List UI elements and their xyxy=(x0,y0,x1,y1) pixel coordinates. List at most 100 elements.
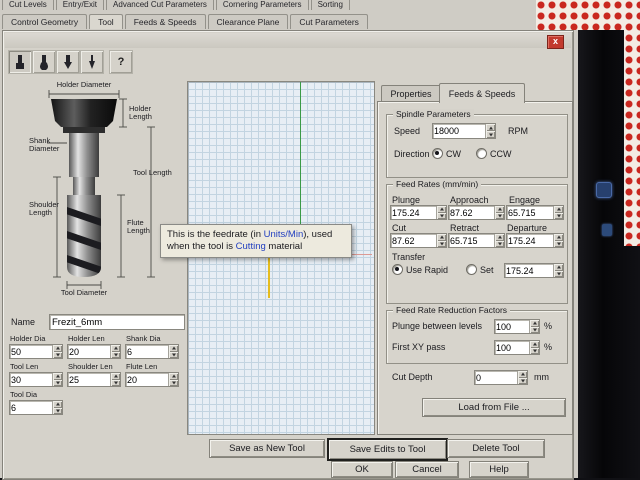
spin-up-button[interactable] xyxy=(486,124,495,131)
tool-len-input[interactable] xyxy=(10,373,52,386)
direction-ccw-radio[interactable]: CCW xyxy=(476,148,512,159)
cut-spin[interactable] xyxy=(390,233,447,248)
help-button[interactable]: Help xyxy=(469,461,529,478)
holder-dia-input[interactable] xyxy=(10,345,52,358)
shoulder-len-spin[interactable] xyxy=(67,372,121,387)
spin-down-button[interactable] xyxy=(111,379,120,386)
tool-name-input[interactable] xyxy=(52,315,182,329)
retract-spin[interactable] xyxy=(448,233,505,248)
speed-label: Speed xyxy=(394,126,421,136)
context-help-button[interactable]: ? xyxy=(109,50,133,74)
tool-dia-spin[interactable] xyxy=(9,400,63,415)
holder-length-label: Holder Length xyxy=(129,104,152,121)
shank-dia-input[interactable] xyxy=(126,345,168,358)
tooltip-text: This is the feedrate (in xyxy=(167,229,264,240)
tool-len-spin[interactable] xyxy=(9,372,63,387)
cancel-button[interactable]: Cancel xyxy=(395,461,459,478)
transfer-set-spin[interactable] xyxy=(504,263,564,278)
tab-cut-parameters[interactable]: Cut Parameters xyxy=(290,14,368,29)
vbit-tool-button[interactable] xyxy=(56,50,80,74)
cut-depth-spin[interactable] xyxy=(474,370,528,385)
flute-len-spin[interactable] xyxy=(125,372,179,387)
spin-down-button[interactable] xyxy=(53,407,62,414)
transfer-use-rapid-radio[interactable]: Use Rapid xyxy=(392,264,448,275)
spin-down-button[interactable] xyxy=(53,351,62,358)
tab-advanced-cut-parameters[interactable]: Advanced Cut Parameters xyxy=(106,0,214,10)
spin-down-button[interactable] xyxy=(111,351,120,358)
tool-length-label: Tool Length xyxy=(133,168,172,177)
retract-label: Retract xyxy=(450,223,480,233)
spin-down-button[interactable] xyxy=(169,379,178,386)
speed-spin[interactable] xyxy=(432,123,496,139)
plunge-input[interactable] xyxy=(391,206,436,219)
tool-dia-input[interactable] xyxy=(10,401,52,414)
plunge-between-levels-input[interactable] xyxy=(495,320,529,333)
plunge-spin[interactable] xyxy=(390,205,447,220)
spin-down-button[interactable] xyxy=(495,240,504,247)
shoulder-len-input[interactable] xyxy=(68,373,110,386)
engage-label: Engage xyxy=(509,195,541,205)
delete-tool-button[interactable]: Delete Tool xyxy=(447,439,545,458)
spindle-parameters-title: Spindle Parameters xyxy=(393,109,474,119)
tool-diagram: Holder Diameter Holder Length Shank Diam… xyxy=(29,81,179,309)
use-rapid-label: Use Rapid xyxy=(406,264,449,275)
tab-cut-levels[interactable]: Cut Levels xyxy=(2,0,54,10)
flat-endmill-tool-button[interactable] xyxy=(8,50,32,74)
cut-depth-input[interactable] xyxy=(475,371,517,384)
approach-input[interactable] xyxy=(449,206,494,219)
tool-preview-canvas[interactable] xyxy=(187,81,375,435)
departure-spin[interactable] xyxy=(506,233,564,248)
spin-down-button[interactable] xyxy=(437,212,446,219)
cut-input[interactable] xyxy=(391,234,436,247)
transfer-set-input[interactable] xyxy=(505,264,553,277)
holder-len-input[interactable] xyxy=(68,345,110,358)
tab-tool[interactable]: Tool xyxy=(89,14,123,29)
spin-down-button[interactable] xyxy=(486,131,495,138)
first-xy-pass-input[interactable] xyxy=(495,341,529,354)
spin-down-button[interactable] xyxy=(530,347,539,354)
holder-dia-spin[interactable] xyxy=(9,344,63,359)
flute-len-input[interactable] xyxy=(126,373,168,386)
tab-clearance-plane[interactable]: Clearance Plane xyxy=(207,14,289,29)
spin-down-button[interactable] xyxy=(53,379,62,386)
spin-down-button[interactable] xyxy=(530,326,539,333)
spin-down-button[interactable] xyxy=(437,240,446,247)
first-xy-pass-spin[interactable] xyxy=(494,340,540,355)
save-as-new-tool-button[interactable]: Save as New Tool xyxy=(209,439,325,458)
ballnose-tool-button[interactable] xyxy=(32,50,56,74)
tooltip-cutting-link: Cutting xyxy=(235,241,266,252)
engage-input[interactable] xyxy=(507,206,553,219)
load-from-file-button[interactable]: Load from File ... xyxy=(422,398,566,417)
spin-down-button[interactable] xyxy=(554,270,563,277)
bezel-icon xyxy=(596,182,612,198)
tab-entry-exit[interactable]: Entry/Exit xyxy=(55,0,105,10)
tab-feeds-and-speeds[interactable]: Feeds & Speeds xyxy=(439,83,525,103)
tab-sorting[interactable]: Sorting xyxy=(310,0,350,10)
engage-spin[interactable] xyxy=(506,205,564,220)
tab-properties[interactable]: Properties xyxy=(381,85,441,102)
speed-input[interactable] xyxy=(433,124,485,138)
dialog-titlebar[interactable]: x xyxy=(5,33,571,49)
spin-down-button[interactable] xyxy=(518,377,527,384)
direction-cw-radio[interactable]: CW xyxy=(432,148,461,159)
shank-dia-spin[interactable] xyxy=(125,344,179,359)
tab-control-geometry[interactable]: Control Geometry xyxy=(2,14,88,29)
ccw-label: CCW xyxy=(490,148,512,159)
save-edits-to-tool-button[interactable]: Save Edits to Tool xyxy=(327,438,448,461)
tool-name-field[interactable] xyxy=(49,314,185,330)
tab-cornering-parameters[interactable]: Cornering Parameters xyxy=(215,0,309,10)
spin-down-button[interactable] xyxy=(554,240,563,247)
holder-len-spin[interactable] xyxy=(67,344,121,359)
retract-input[interactable] xyxy=(449,234,494,247)
spin-down-button[interactable] xyxy=(495,212,504,219)
departure-input[interactable] xyxy=(507,234,553,247)
spin-down-button[interactable] xyxy=(169,351,178,358)
spin-down-button[interactable] xyxy=(554,212,563,219)
tab-feeds-speeds[interactable]: Feeds & Speeds xyxy=(124,14,206,29)
ok-button[interactable]: OK xyxy=(331,461,393,478)
plunge-between-levels-spin[interactable] xyxy=(494,319,540,334)
approach-spin[interactable] xyxy=(448,205,505,220)
transfer-set-radio[interactable]: Set xyxy=(466,264,494,275)
close-icon[interactable]: x xyxy=(547,35,564,49)
drill-tool-button[interactable] xyxy=(80,50,104,74)
